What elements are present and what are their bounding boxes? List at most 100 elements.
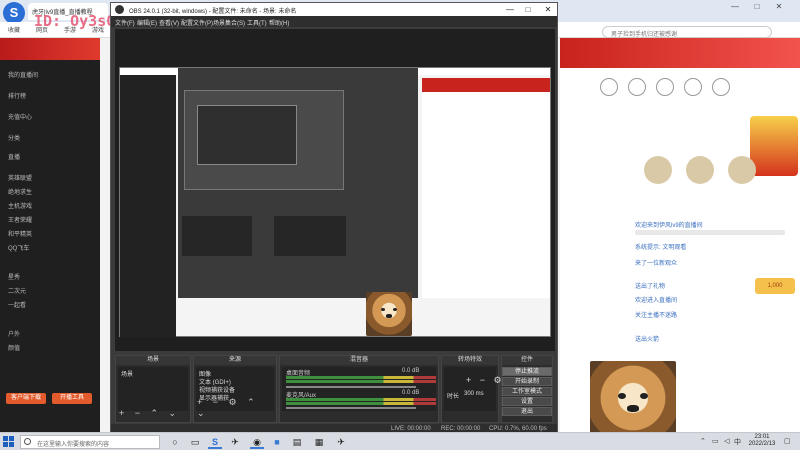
nested-capture-2 — [184, 90, 344, 190]
sidebar-item[interactable]: 一起看 — [8, 300, 26, 309]
transitions-body: + − ⚙ 时长 300 ms — [444, 367, 502, 411]
download-client-button[interactable]: 客户端下载 — [6, 393, 46, 404]
obs-titlebar[interactable]: OBS 24.0.1 (32-bit, windows) - 配置文件: 未命名… — [111, 3, 557, 16]
menu-edit[interactable]: 编辑(E) — [137, 18, 157, 27]
nav-circle-icon[interactable] — [684, 78, 702, 96]
chat-message: 送出了礼物 — [635, 284, 666, 290]
sidebar-item[interactable]: 排行榜 — [8, 91, 26, 100]
obs-preview-canvas[interactable] — [115, 29, 555, 351]
avatar[interactable] — [686, 156, 714, 184]
file-explorer-icon[interactable]: ▤ — [290, 435, 304, 449]
scenes-list[interactable]: 场景 — [118, 367, 188, 411]
nav-circle-icon[interactable] — [628, 78, 646, 96]
volume-slider[interactable] — [286, 407, 416, 409]
streaming-tool-button[interactable]: 开播工具 — [52, 393, 92, 404]
scenes-toolbar[interactable]: + − ⌃ ⌄ — [119, 408, 180, 419]
app-taskbar-icon[interactable]: ✈ — [334, 435, 348, 449]
chat-message: 欢迎进入直播间 — [635, 298, 678, 304]
close-icon[interactable]: ✕ — [774, 2, 784, 12]
taskbar-clock[interactable]: 23:01 2022/2/13 — [744, 434, 780, 448]
audio-meter — [286, 376, 436, 379]
settings-button[interactable]: 设置 — [502, 397, 552, 406]
maximize-icon[interactable]: □ — [752, 2, 762, 12]
tray-up-arrow-icon[interactable]: ⌃ — [700, 437, 706, 445]
volume-slider[interactable] — [286, 386, 416, 388]
nested-capture-3 — [197, 105, 297, 165]
site-banner — [560, 38, 800, 68]
task-view-icon[interactable]: ▭ — [188, 435, 202, 449]
menu-tools[interactable]: 工具(T) — [247, 18, 267, 27]
browser-taskbar-icon[interactable]: S — [208, 435, 222, 449]
sidebar-item[interactable]: 主机游戏 — [8, 201, 32, 210]
nested-banner — [422, 78, 550, 92]
sidebar-item[interactable]: 充值中心 — [8, 112, 32, 121]
mixer-body: 桌面音频 0.0 dB 麦克风/Aux 0.0 dB — [282, 367, 436, 411]
start-button[interactable] — [3, 436, 15, 448]
task-view-icon[interactable]: ○ — [168, 435, 182, 449]
clock-date: 2022/2/13 — [748, 441, 776, 447]
exit-button[interactable]: 退出 — [502, 407, 552, 416]
sidebar-item[interactable]: 和平精英 — [8, 229, 32, 238]
duration-input[interactable]: 300 ms — [464, 391, 484, 397]
sources-toolbar[interactable]: + − ⚙ ⌃ ⌄ — [197, 397, 276, 419]
windows-taskbar: 在这里输入你要搜索的内容 ○ ▭ S ✈ ◉ ■ ▤ ▦ ✈ ⌃ ▭ ◁ 中 2… — [0, 432, 800, 450]
nested-sidebar — [120, 75, 176, 337]
obs-taskbar-icon[interactable]: ◉ — [250, 435, 264, 449]
start-recording-button[interactable]: 开始录制 — [502, 377, 552, 386]
maximize-icon[interactable]: □ — [521, 3, 535, 16]
minimize-icon[interactable]: — — [730, 2, 740, 12]
site-banner — [0, 38, 100, 60]
menu-file[interactable]: 文件(F) — [115, 18, 135, 27]
close-icon[interactable]: ✕ — [541, 3, 555, 16]
avatar[interactable] — [728, 156, 756, 184]
dog-webcam-small — [366, 292, 412, 336]
sidebar-item[interactable]: 颜值 — [8, 343, 20, 352]
mixer-channel-db: 0.0 dB — [402, 368, 420, 374]
studio-mode-button[interactable]: 工作室模式 — [502, 387, 552, 396]
sidebar-item[interactable]: 英雄联盟 — [8, 173, 32, 182]
network-icon[interactable]: ▭ — [712, 437, 719, 445]
taskbar-search-input[interactable]: 在这里输入你要搜索的内容 — [20, 435, 160, 449]
minimize-icon[interactable]: — — [503, 3, 517, 16]
volume-icon[interactable]: ◁ — [724, 437, 729, 445]
sidebar-item[interactable]: QQ飞车 — [8, 243, 29, 252]
browser-search-input[interactable]: 男子捡到手机归还被感谢 — [602, 26, 772, 38]
sidebar-item[interactable]: 二次元 — [8, 286, 26, 295]
browser-logo-icon[interactable]: S — [3, 2, 25, 24]
sidebar-item[interactable]: 星秀 — [8, 272, 20, 281]
sidebar-item[interactable]: 绝地求生 — [8, 187, 32, 196]
nav-circle-icon[interactable] — [600, 78, 618, 96]
app-taskbar-icon[interactable]: ■ — [270, 435, 284, 449]
nested-dock — [274, 216, 346, 256]
promo-banner[interactable] — [750, 116, 798, 176]
game-taskbar-icon[interactable]: ✈ — [228, 435, 242, 449]
ime-icon[interactable]: 中 — [734, 437, 741, 447]
site-sidebar: 我的直播间 排行榜 充值中心 分类 直播 英雄联盟 绝地求生 主机游戏 王者荣耀… — [0, 38, 100, 432]
nav-circle-icon[interactable] — [656, 78, 674, 96]
bookmark-item[interactable]: 收藏 — [8, 25, 20, 34]
menu-profile[interactable]: 配置文件(P) — [181, 18, 213, 27]
notification-icon[interactable]: ▢ — [784, 437, 791, 445]
sidebar-item[interactable]: 我的直播间 — [8, 70, 38, 79]
audio-meter — [286, 398, 436, 401]
nested-site — [422, 78, 550, 298]
menu-view[interactable]: 查看(V) — [159, 18, 179, 27]
chat-message: 送出火箭 — [635, 337, 660, 343]
transition-toolbar[interactable]: + − ⚙ — [466, 375, 505, 386]
nested-capture-1 — [119, 67, 551, 337]
sidebar-item[interactable]: 户外 — [8, 329, 20, 338]
scene-item[interactable]: 场景 — [121, 369, 133, 378]
sidebar-item[interactable]: 直播 — [8, 152, 20, 161]
sidebar-item[interactable]: 分类 — [8, 133, 20, 142]
avatar[interactable] — [644, 156, 672, 184]
menu-scene-collection[interactable]: 场景集合(S) — [213, 18, 245, 27]
store-icon[interactable]: ▦ — [312, 435, 326, 449]
nav-circle-icon[interactable] — [712, 78, 730, 96]
audio-meter — [286, 402, 436, 405]
transitions-dock: 转场特效 + − ⚙ 时长 300 ms — [441, 355, 502, 423]
sidebar-item[interactable]: 王者荣耀 — [8, 215, 32, 224]
gift-badge[interactable]: 1,000 — [755, 278, 795, 294]
menu-help[interactable]: 帮助(H) — [269, 18, 289, 27]
sources-dock: 来源 图像 文本 (GDI+) 视频捕获设备 显示器捕获 + − ⚙ ⌃ ⌄ — [193, 355, 277, 423]
stop-streaming-button[interactable]: 停止推流 — [502, 367, 552, 376]
